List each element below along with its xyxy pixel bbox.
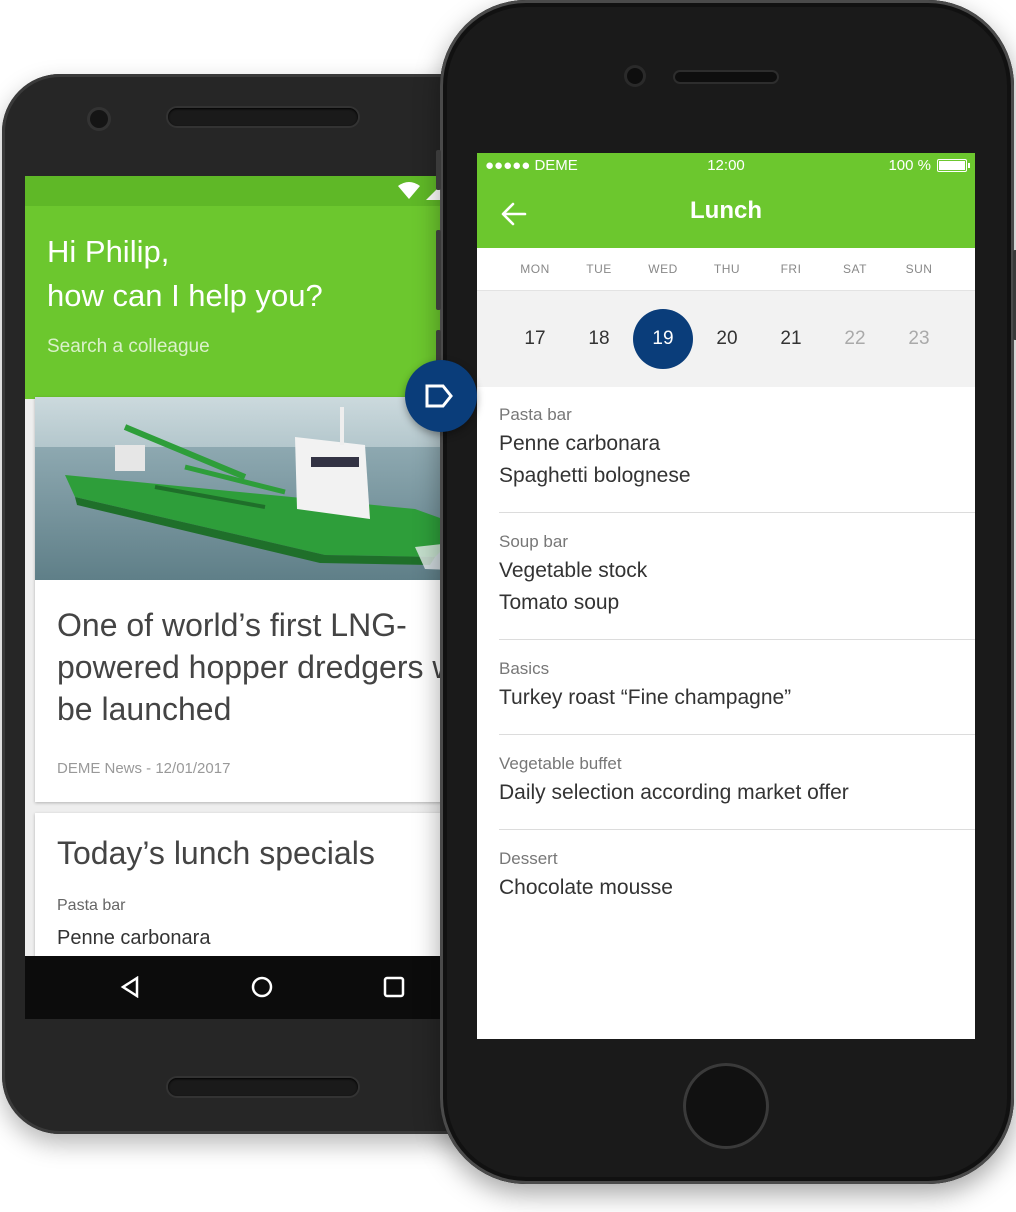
lunch-specials-item: Penne carbonara xyxy=(57,927,211,949)
date-number: 19 xyxy=(652,328,674,349)
top-speaker xyxy=(168,108,358,126)
home-button[interactable] xyxy=(683,1063,769,1149)
menu-category: Vegetable buffet xyxy=(499,754,622,773)
lunch-menu: Pasta bar Penne carbonara Spaghetti bolo… xyxy=(477,386,975,924)
menu-category: Soup bar xyxy=(499,532,568,551)
weekday-label: SUN xyxy=(905,262,933,276)
weekday-label: THU xyxy=(713,262,741,276)
menu-item: Turkey roast “Fine champagne” xyxy=(499,686,792,709)
date-number: 20 xyxy=(716,328,738,349)
recents-icon[interactable] xyxy=(379,972,409,1002)
date-23[interactable]: 23 xyxy=(887,309,951,369)
front-camera xyxy=(90,110,108,128)
colleague-search-input[interactable]: Search a colleague xyxy=(47,336,210,358)
date-number: 21 xyxy=(780,328,802,349)
menu-section: Soup bar Vegetable stock Tomato soup xyxy=(499,513,975,640)
menu-category: Basics xyxy=(499,659,550,678)
menu-item: Chocolate mousse xyxy=(499,876,673,899)
android-status-bar xyxy=(25,176,502,206)
earpiece-speaker xyxy=(675,72,777,82)
screen-title: Lunch xyxy=(690,197,762,224)
android-screen: Hi Philip, how can I help you? Search a … xyxy=(25,176,502,1019)
date-18[interactable]: 18 xyxy=(567,309,631,369)
greeting-line-2: how can I help you? xyxy=(47,278,323,313)
weekday-label: MON xyxy=(520,262,550,276)
menu-category: Dessert xyxy=(499,849,558,868)
back-icon[interactable] xyxy=(115,972,145,1002)
android-nav-bar xyxy=(25,956,502,1019)
menu-item: Tomato soup xyxy=(499,591,620,614)
menu-item: Vegetable stock xyxy=(499,559,648,582)
date-17[interactable]: 17 xyxy=(503,309,567,369)
menu-item: Spaghetti bolognese xyxy=(499,464,691,487)
menu-item: Penne carbonara xyxy=(499,432,661,455)
home-icon[interactable] xyxy=(247,972,277,1002)
menu-section: Basics Turkey roast “Fine champagne” xyxy=(499,640,975,735)
send-icon xyxy=(425,384,453,408)
weekday-label: FRI xyxy=(780,262,802,276)
news-meta: DEME News - 12/01/2017 xyxy=(57,760,231,777)
menu-item: Daily selection according market offer xyxy=(499,781,849,804)
greeting: Hi Philip, how can I help you? xyxy=(47,230,323,318)
menu-category: Pasta bar xyxy=(499,405,572,424)
mute-switch xyxy=(436,150,441,190)
lunch-specials-category: Pasta bar xyxy=(57,897,126,914)
date-number: 17 xyxy=(524,328,546,349)
bottom-speaker xyxy=(168,1078,358,1096)
date-20[interactable]: 20 xyxy=(695,309,759,369)
greeting-line-1: Hi Philip, xyxy=(47,234,170,269)
date-number: 22 xyxy=(844,328,866,349)
news-card[interactable]: One of world’s first LNG-powered hopper … xyxy=(35,397,502,802)
menu-section: Dessert Chocolate mousse xyxy=(499,830,975,924)
date-22[interactable]: 22 xyxy=(823,309,887,369)
front-camera xyxy=(627,68,643,84)
ios-status-bar: ●●●●● DEME 12:00 100 % xyxy=(477,153,975,177)
volume-up-button xyxy=(436,230,441,310)
ios-nav-bar: Lunch xyxy=(477,177,975,248)
weekday-label: TUE xyxy=(586,262,612,276)
lunch-specials-title: Today’s lunch specials xyxy=(57,835,375,871)
weekday-row: MON TUE WED THU FRI SAT SUN xyxy=(477,248,975,291)
weekday-label: WED xyxy=(648,262,678,276)
menu-section: Pasta bar Penne carbonara Spaghetti bolo… xyxy=(499,386,975,513)
date-row: 17 18 19 20 21 22 23 xyxy=(477,291,975,387)
date-number: 18 xyxy=(588,328,610,349)
weekday-label: SAT xyxy=(843,262,867,276)
menu-section: Vegetable buffet Daily selection accordi… xyxy=(499,735,975,830)
floating-action-button[interactable] xyxy=(405,360,477,432)
battery-percent: 100 % xyxy=(888,157,931,174)
iphone-screen: ●●●●● DEME 12:00 100 % Lunch MON TUE WED… xyxy=(477,153,975,1039)
wifi-icon xyxy=(398,182,420,199)
date-number: 23 xyxy=(908,328,930,349)
battery-icon xyxy=(937,159,970,172)
iphone: ●●●●● DEME 12:00 100 % Lunch MON TUE WED… xyxy=(436,0,1016,1184)
date-21[interactable]: 21 xyxy=(759,309,823,369)
news-title: One of world’s first LNG-powered hopper … xyxy=(57,607,477,727)
date-19-selected[interactable]: 19 xyxy=(631,309,695,369)
